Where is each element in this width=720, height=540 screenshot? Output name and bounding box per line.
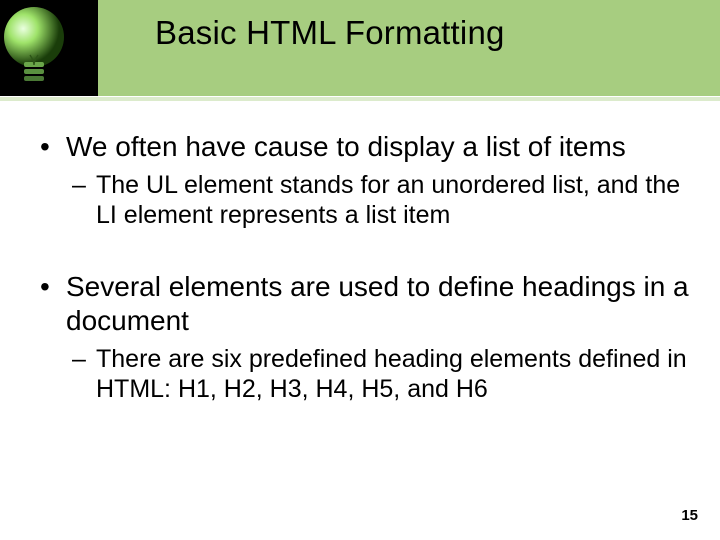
sub-bullet-text: The UL element stands for an unordered l…: [96, 170, 695, 230]
spacer: [40, 248, 695, 270]
bullet-text: We often have cause to display a list of…: [66, 130, 695, 164]
slide: Basic HTML Formatting • We often have ca…: [0, 0, 720, 540]
bullet-marker: •: [40, 130, 66, 164]
sub-bullet-marker: –: [72, 170, 96, 230]
slide-title: Basic HTML Formatting: [155, 14, 695, 52]
bullet-item: • We often have cause to display a list …: [40, 130, 695, 164]
sub-bullet-item: – The UL element stands for an unordered…: [72, 170, 695, 230]
header-rule: [0, 97, 720, 101]
page-number: 15: [681, 507, 698, 524]
bullet-item: • Several elements are used to define he…: [40, 270, 695, 338]
bullet-text: Several elements are used to define head…: [66, 270, 695, 338]
slide-content: • We often have cause to display a list …: [40, 130, 695, 422]
sub-bullet-marker: –: [72, 344, 96, 404]
lightbulb-icon: [0, 0, 98, 96]
bullet-marker: •: [40, 270, 66, 338]
sub-bullet-item: – There are six predefined heading eleme…: [72, 344, 695, 404]
sub-bullet-text: There are six predefined heading element…: [96, 344, 695, 404]
